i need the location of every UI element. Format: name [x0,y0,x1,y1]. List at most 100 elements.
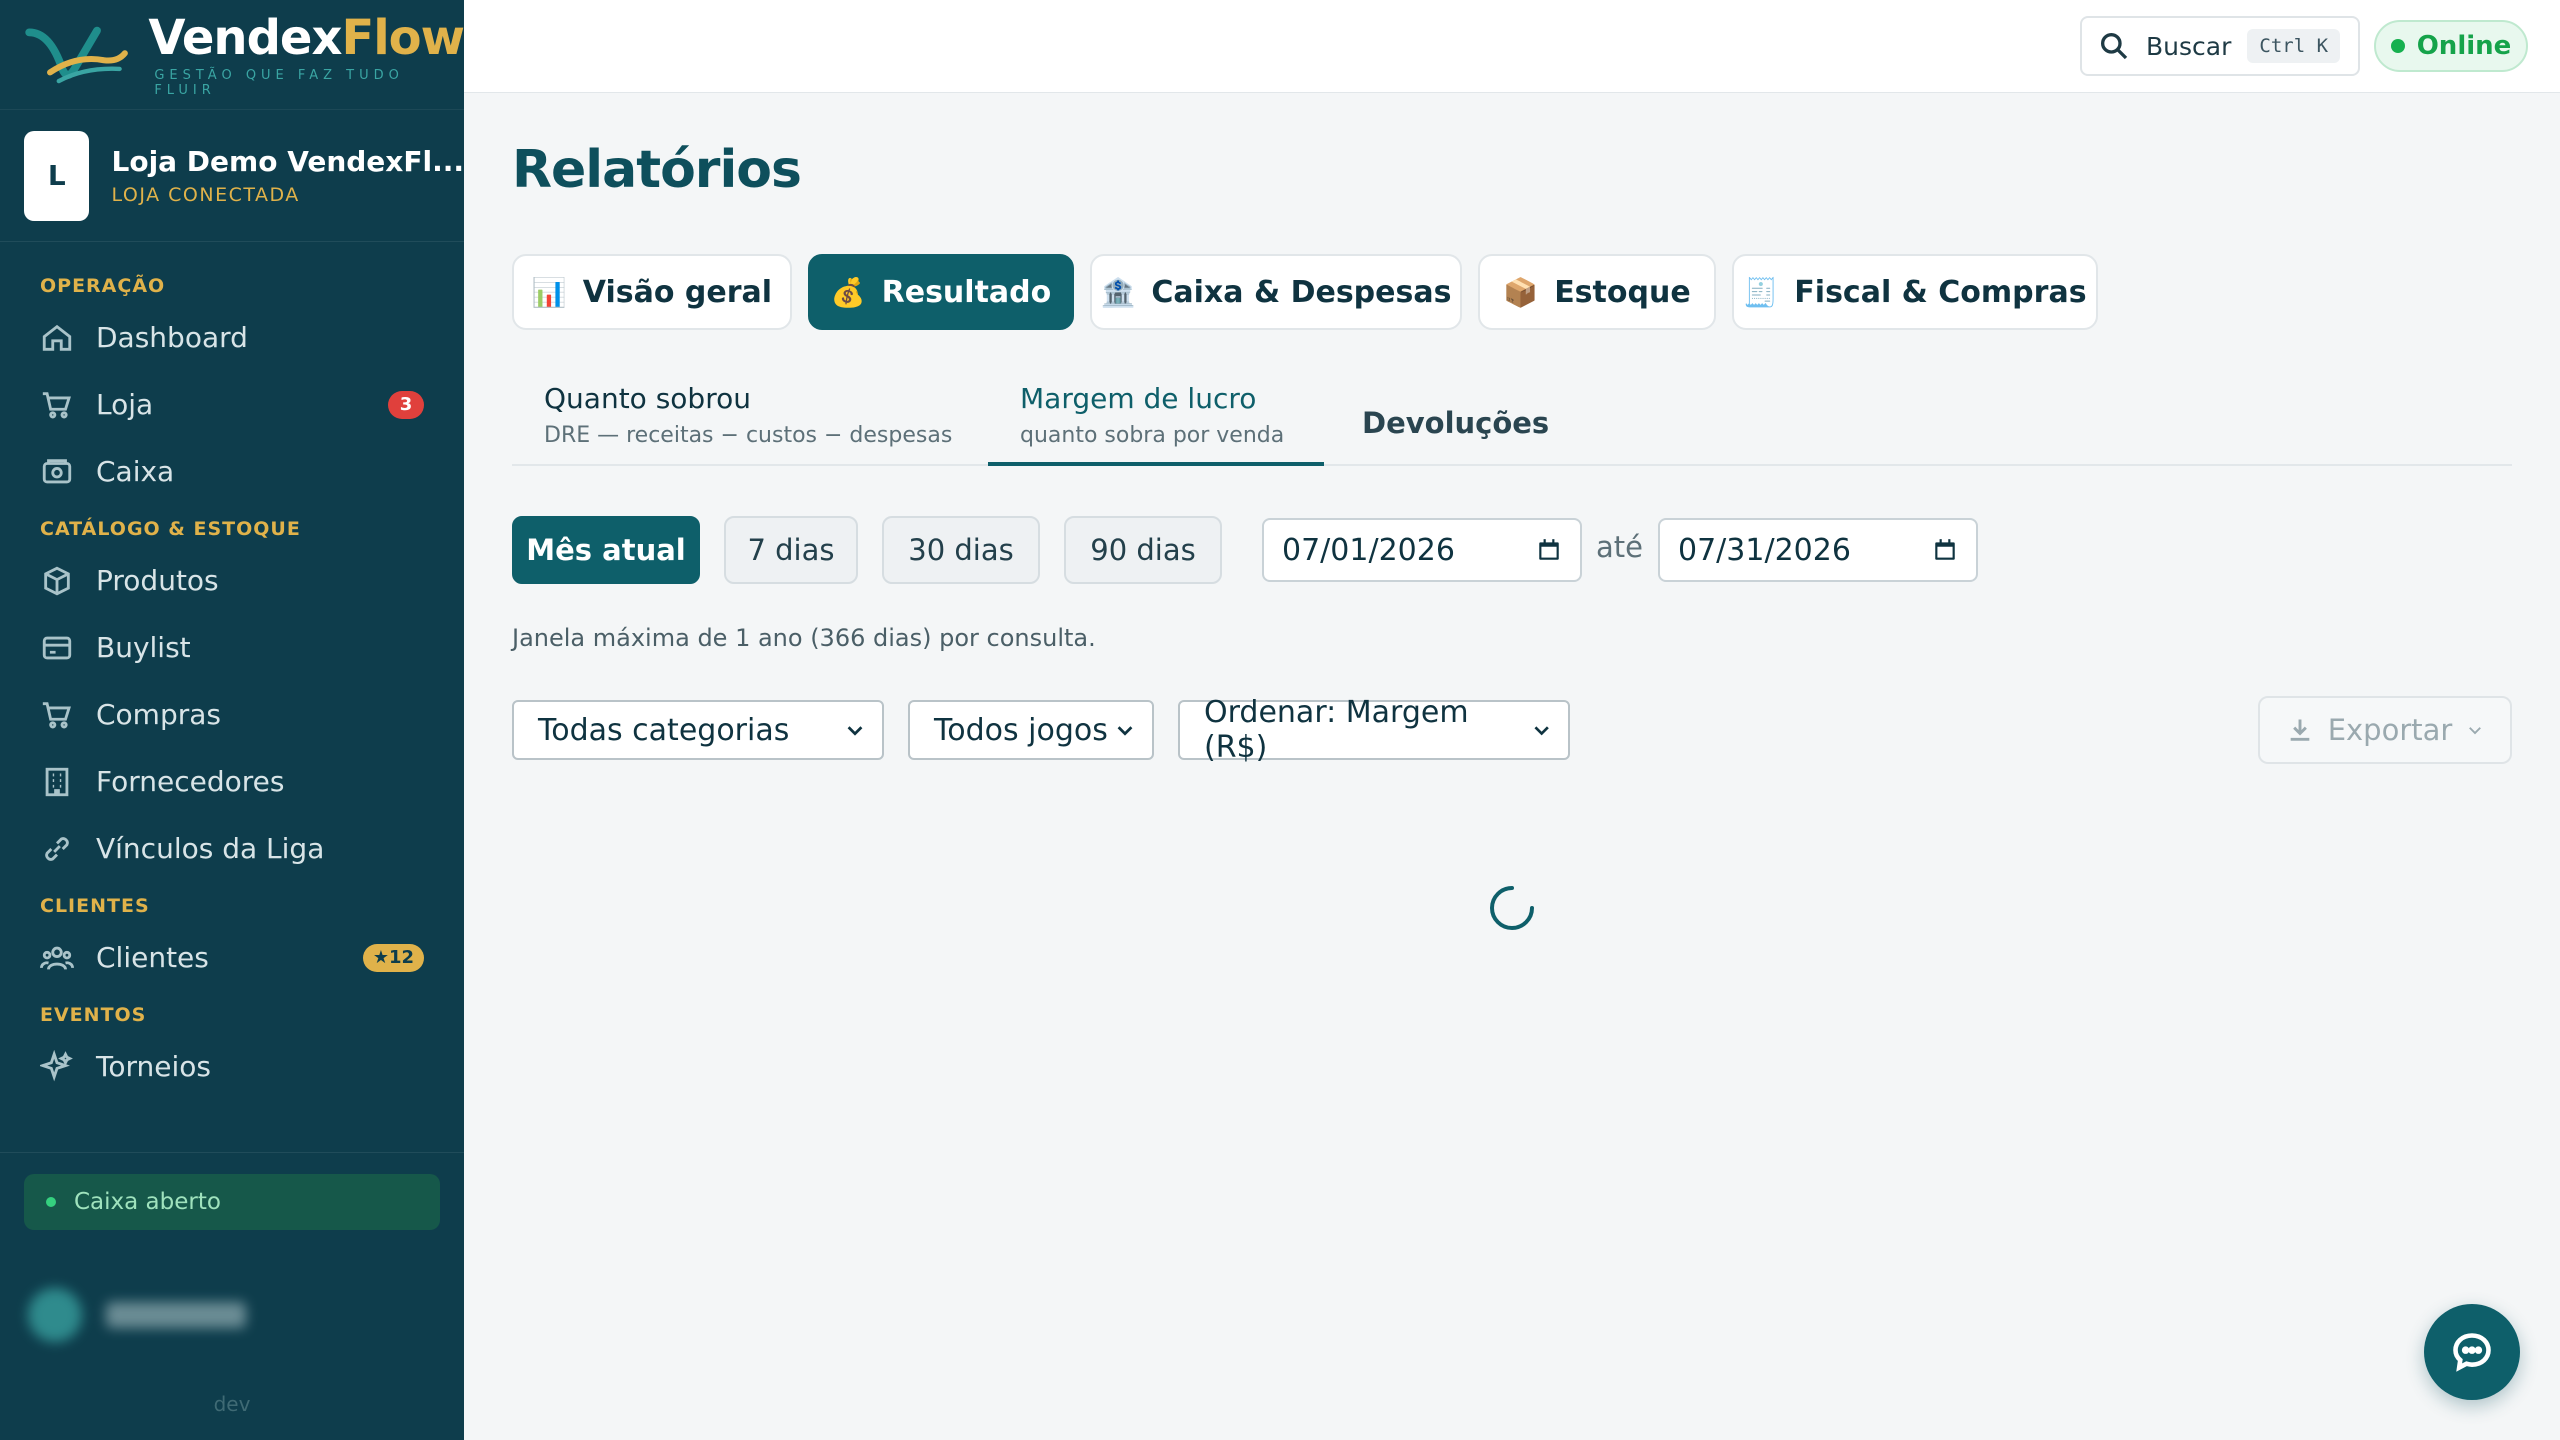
tab-label: Resultado [881,274,1052,310]
sidebar-item-compras[interactable]: Compras [0,681,464,748]
export-label: Exportar [2327,713,2453,747]
calendar-icon[interactable] [1932,537,1958,563]
sidebar-item-caixa[interactable]: Caixa [0,438,464,505]
sidebar-item-label: Buylist [96,631,191,664]
range-90-dias-button[interactable]: 90 dias [1064,516,1222,584]
sidebar-item-label: Fornecedores [96,765,285,798]
chat-support-button[interactable] [2424,1304,2520,1400]
card-icon [42,636,72,659]
sidebar-item-label: Dashboard [96,321,248,354]
subtab-subtitle: quanto sobra por venda [1020,423,1285,448]
store-name: Loja Demo VendexFl... [111,145,464,178]
clients-badge: ★12 [362,943,424,972]
sidebar-item-produtos[interactable]: Produtos [0,547,464,614]
topbar: Buscar Ctrl K Online [464,0,2560,93]
chevron-down-icon [1117,726,1133,736]
sidebar-item-label: Vínculos da Liga [96,832,325,865]
sidebar-item-label: Caixa [96,455,175,488]
tab-visao-geral[interactable]: 📊 Visão geral [512,254,792,330]
brand-tagline: GESTÃO QUE FAZ TUDO FLUIR [154,67,404,98]
category-select[interactable]: Todas categorias [512,700,884,760]
sidebar-item-label: Compras [96,698,221,731]
brand[interactable]: VendexFlow GESTÃO QUE FAZ TUDO FLUIR [0,0,465,110]
search-label: Buscar [2146,31,2232,61]
range-mes-atual-button[interactable]: Mês atual [512,516,700,584]
subtab-title: Devoluções [1362,406,1550,440]
store-status: LOJA CONECTADA [111,184,300,206]
game-select[interactable]: Todos jogos [908,700,1154,760]
sort-select[interactable]: Ordenar: Margem (R$) [1178,695,1570,765]
package-icon: 📦 [1503,275,1539,309]
range-30-dias-button[interactable]: 30 dias [882,516,1040,584]
cash-status-pill[interactable]: Caixa aberto [24,1174,440,1230]
sidebar-item-buylist[interactable]: Buylist [0,614,464,681]
sidebar-item-torneios[interactable]: Torneios [0,1033,464,1100]
status-dot-icon [2390,39,2405,53]
brand-name: VendexFlow [148,9,465,66]
loading-spinner-icon [1490,886,1534,930]
cash-register-icon [42,458,72,483]
range-7-dias-button[interactable]: 7 dias [724,516,858,584]
tab-estoque[interactable]: 📦 Estoque [1478,254,1716,330]
building-icon [45,767,69,796]
nav-section-eventos: EVENTOS [40,1004,147,1026]
cash-status-label: Caixa aberto [74,1189,221,1215]
tab-label: Visão geral [582,274,773,310]
box-icon [44,566,70,595]
search-icon [2101,33,2128,60]
sidebar-nav: OPERAÇÃO Dashboard Loja 3 Caixa CATÁLOGO… [0,242,464,1100]
store-switcher[interactable]: L Loja Demo VendexFl... LOJA CONECTADA [0,110,464,242]
user-profile[interactable] [28,1270,428,1360]
nav-section-catalogo: CATÁLOGO & ESTOQUE [40,518,301,540]
sidebar-item-vinculos-liga[interactable]: Vínculos da Liga [0,815,464,882]
date-from-value: 07/01/2026 [1282,532,1455,568]
sparkles-icon [40,1049,73,1081]
sidebar-item-label: Loja [96,388,154,421]
subtab-subtitle: DRE — receitas − custos − despesas [544,423,953,448]
download-icon [2290,719,2310,741]
tab-label: Caixa & Despesas [1151,274,1452,310]
nav-section-clientes: CLIENTES [40,895,150,917]
tab-resultado[interactable]: 💰 Resultado [808,254,1074,330]
sidebar-item-label: Clientes [96,941,209,974]
search-shortcut: Ctrl K [2247,29,2341,63]
date-to-input[interactable]: 07/31/2026 [1658,518,1978,582]
sidebar-item-dashboard[interactable]: Dashboard [0,304,464,371]
date-to-value: 07/31/2026 [1678,532,1851,568]
tab-fiscal-compras[interactable]: 🧾 Fiscal & Compras [1732,254,2098,330]
nav-section-operacao: OPERAÇÃO [40,275,166,297]
sidebar-item-clientes[interactable]: Clientes ★12 [0,924,464,991]
home-icon [42,324,72,351]
calendar-icon[interactable] [1536,537,1562,563]
chevron-down-icon [1534,726,1549,736]
vendexflow-logo-icon [25,26,128,83]
date-separator: até [1596,530,1643,564]
status-dot-icon [46,1197,56,1207]
store-avatar: L [24,130,90,221]
sidebar-item-loja[interactable]: Loja 3 [0,371,464,438]
connection-status-label: Online [2416,31,2512,61]
environment-label: dev [213,1392,251,1416]
users-icon [40,946,74,970]
tab-caixa-despesas[interactable]: 🏦 Caixa & Despesas [1090,254,1462,330]
chevron-down-icon [2469,727,2482,735]
link-icon [45,836,69,861]
cart-icon [42,391,71,418]
subtab-margem-de-lucro[interactable]: Margem de lucro quanto sobra por venda [988,370,1324,466]
subtab-title: Margem de lucro [1020,382,1257,415]
cart-icon [42,701,71,728]
notification-badge: 3 [388,390,424,419]
sidebar-item-fornecedores[interactable]: Fornecedores [0,748,464,815]
search-button[interactable]: Buscar Ctrl K [2080,16,2360,76]
date-from-input[interactable]: 07/01/2026 [1262,518,1582,582]
chevron-down-icon [847,726,863,736]
money-bag-icon: 💰 [830,275,866,309]
sidebar-item-label: Torneios [96,1050,211,1083]
export-button[interactable]: Exportar [2258,696,2512,764]
chat-bubble-icon [2453,1333,2491,1372]
subtab-title: Quanto sobrou [544,382,751,415]
sidebar: VendexFlow GESTÃO QUE FAZ TUDO FLUIR L L… [0,0,465,1440]
tab-label: Estoque [1554,274,1691,310]
subtab-devolucoes[interactable]: Devoluções [1362,370,1562,466]
subtab-quanto-sobrou[interactable]: Quanto sobrou DRE — receitas − custos − … [544,370,954,466]
